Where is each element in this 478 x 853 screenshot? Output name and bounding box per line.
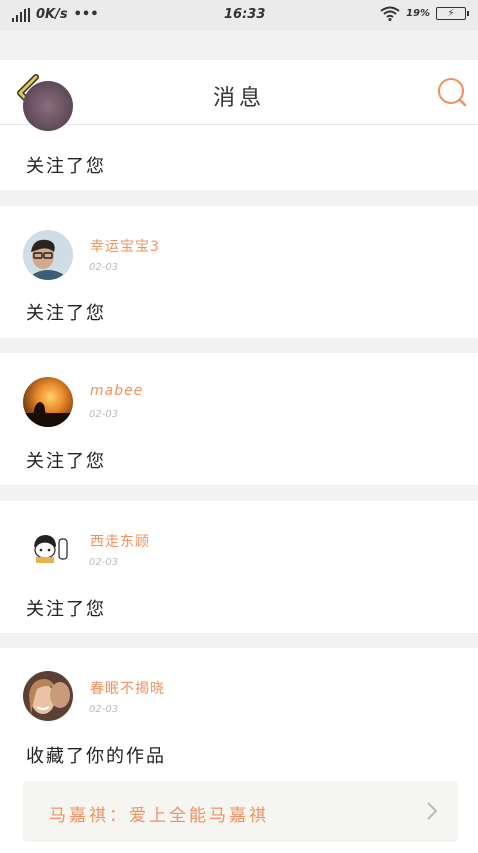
status-bar: 0K/s ••• 16:33 19% ⚡ [0, 0, 478, 30]
avatar[interactable] [23, 671, 73, 721]
battery-icon: ⚡ [436, 7, 469, 20]
message-item[interactable]: 关注了您 [0, 81, 478, 190]
message-item[interactable]: 西走东顾 02-03 关注了您 [0, 501, 478, 633]
avatar[interactable] [23, 81, 73, 131]
message-text: 关注了您 [26, 451, 106, 472]
message-text: 关注了您 [26, 303, 106, 324]
username[interactable]: 幸运宝宝3 [90, 236, 160, 256]
message-text: 收藏了你的作品 [26, 746, 166, 767]
message-text: 关注了您 [26, 156, 106, 177]
work-link-text: 马嘉祺：爱上全能马嘉祺 [49, 806, 269, 826]
message-date: 02-03 [89, 557, 119, 568]
battery-percent: 19% [406, 8, 430, 19]
signal-icon [12, 8, 30, 22]
message-date: 02-03 [89, 262, 119, 273]
wifi-icon [380, 6, 400, 21]
work-link[interactable]: 马嘉祺：爱上全能马嘉祺 [23, 781, 458, 842]
message-date: 02-03 [89, 409, 119, 420]
more-notifications: ••• [73, 7, 99, 22]
chevron-right-icon [427, 802, 438, 820]
avatar[interactable] [23, 377, 73, 427]
header-bar: 消息 [0, 60, 478, 125]
username[interactable]: 西走东顾 [90, 531, 150, 551]
network-speed: 0K/s [36, 7, 68, 22]
message-text: 关注了您 [26, 599, 106, 620]
message-item[interactable]: 春眠不揭晓 02-03 收藏了你的作品 马嘉祺：爱上全能马嘉祺 [0, 648, 478, 853]
username[interactable]: mabee [90, 383, 143, 399]
status-left: 0K/s ••• [12, 7, 99, 22]
avatar[interactable] [23, 230, 73, 280]
username[interactable]: 春眠不揭晓 [90, 678, 165, 698]
message-item[interactable]: 幸运宝宝3 02-03 关注了您 [0, 206, 478, 338]
status-right: 19% ⚡ [380, 6, 469, 21]
search-button[interactable] [436, 76, 468, 108]
message-item[interactable]: mabee 02-03 关注了您 [0, 353, 478, 485]
top-spacer [0, 30, 478, 60]
clock: 16:33 [224, 7, 266, 22]
avatar[interactable] [23, 525, 73, 575]
message-date: 02-03 [89, 704, 119, 715]
